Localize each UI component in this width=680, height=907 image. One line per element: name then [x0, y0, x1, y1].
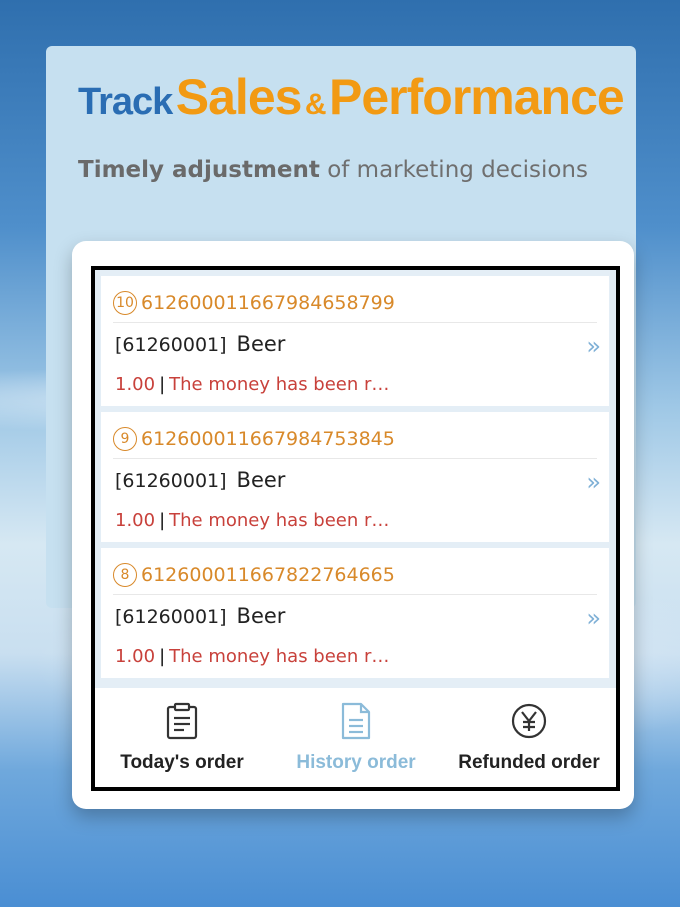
order-amount-status: 1.00 | The money has been r… [115, 510, 390, 531]
product-name: Beer [236, 604, 286, 628]
order-card[interactable]: 10 6126000116679846587​99 [61260001] Beer… [101, 276, 609, 406]
order-card[interactable]: 8 612600011667822764665 [61260001] Beer »… [101, 548, 609, 678]
subtitle-bold: Timely adjustment [78, 157, 320, 183]
product-code: [61260001] [115, 470, 227, 492]
order-status: The money has been r… [169, 374, 390, 395]
double-chevron-right-icon[interactable]: » [586, 468, 600, 496]
yen-circle-icon [510, 702, 548, 744]
product-name: Beer [236, 468, 286, 492]
subtitle-rest: of marketing decisions [319, 157, 588, 183]
document-icon [340, 702, 372, 744]
order-amount-status: 1.00 | The money has been r… [115, 646, 390, 667]
page-title: Track Sales & Performance [78, 68, 625, 126]
divider [113, 322, 597, 323]
title-performance: Performance [329, 69, 625, 125]
divider [113, 594, 597, 595]
order-status: The money has been r… [169, 510, 390, 531]
order-status: The money has been r… [169, 646, 390, 667]
title-sales: Sales [175, 69, 303, 125]
double-chevron-right-icon[interactable]: » [586, 604, 600, 632]
order-index-badge: 10 [113, 291, 137, 315]
order-amount-status: 1.00 | The money has been r… [115, 374, 390, 395]
order-amount: 1.00 [115, 646, 156, 667]
bottom-tab-bar: Today's order History order Refunded ord… [95, 688, 616, 787]
order-product: [61260001] Beer [115, 468, 285, 492]
double-chevron-right-icon[interactable]: » [586, 332, 600, 360]
order-card[interactable]: 9 612600011667984753845 [61260001] Beer »… [101, 412, 609, 542]
tab-label: History order [296, 752, 416, 773]
tab-history-order[interactable]: History order [269, 688, 443, 787]
order-header: 8 612600011667822764665 [113, 560, 395, 590]
order-number: 612600011667822764665 [141, 564, 395, 586]
divider [113, 458, 597, 459]
app-screen: 10 6126000116679846587​99 [61260001] Beer… [91, 266, 620, 791]
order-number: 612600011667984753845 [141, 428, 395, 450]
page-subtitle: Timely adjustment of marketing decisions [78, 157, 588, 183]
order-amount: 1.00 [115, 374, 156, 395]
order-header: 9 612600011667984753845 [113, 424, 395, 454]
title-amp: & [304, 88, 327, 121]
clipboard-icon [165, 702, 199, 744]
product-code: [61260001] [115, 334, 227, 356]
product-code: [61260001] [115, 606, 227, 628]
product-name: Beer [236, 332, 286, 356]
order-amount: 1.00 [115, 510, 156, 531]
tab-refunded-order[interactable]: Refunded order [442, 688, 616, 787]
title-track: Track [78, 81, 173, 123]
order-header: 10 6126000116679846587​99 [113, 288, 395, 318]
order-index-badge: 8 [113, 563, 137, 587]
order-product: [61260001] Beer [115, 604, 285, 628]
order-list: 10 6126000116679846587​99 [61260001] Beer… [95, 270, 616, 688]
tab-label: Today's order [120, 752, 244, 773]
order-index-badge: 9 [113, 427, 137, 451]
order-product: [61260001] Beer [115, 332, 285, 356]
tab-todays-order[interactable]: Today's order [95, 688, 269, 787]
order-number: 6126000116679846587​99 [141, 292, 395, 314]
tab-label: Refunded order [458, 752, 600, 773]
